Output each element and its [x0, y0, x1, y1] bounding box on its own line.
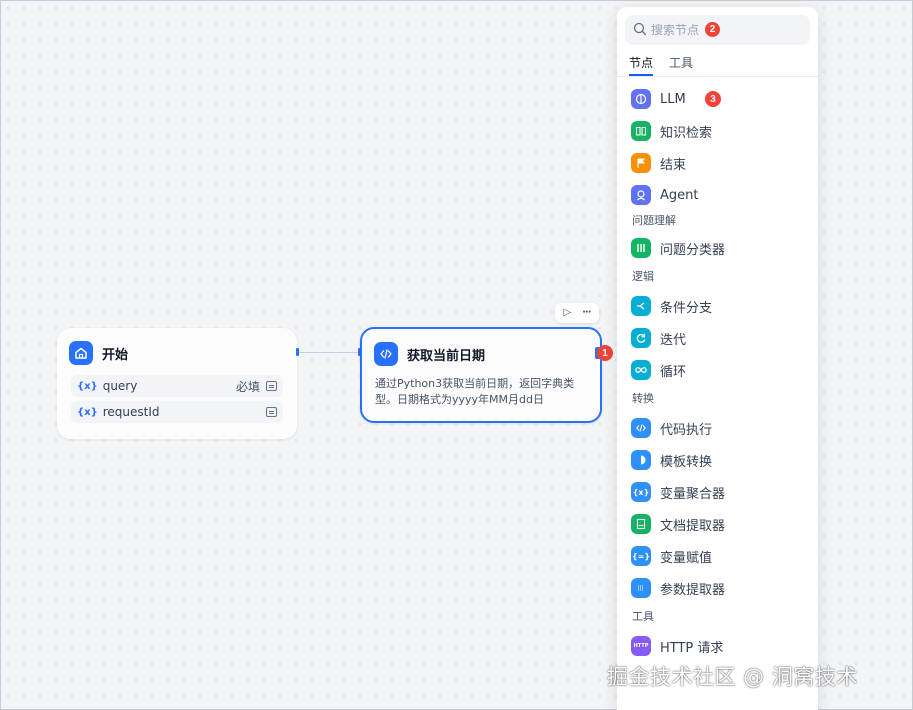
param-extractor-icon — [631, 578, 651, 598]
play-icon[interactable]: ▷ — [563, 308, 571, 318]
variable-icon: {x} — [77, 406, 98, 418]
node-item-knowledge-retrieval[interactable]: 知识检索 — [617, 115, 818, 147]
item-label: 迭代 — [660, 332, 687, 348]
node-item-end[interactable]: 结束 — [617, 147, 818, 179]
node-item-http-request[interactable]: HTTP HTTP 请求 — [617, 630, 818, 662]
node-item-doc-extractor[interactable]: 文档提取器 — [617, 508, 818, 540]
iteration-icon — [631, 328, 651, 348]
start-variable-requestid[interactable]: {x} requestId — [71, 401, 283, 423]
agent-icon — [631, 185, 651, 205]
section-title: 工具 — [632, 610, 654, 623]
code-node-input-handle[interactable] — [358, 348, 361, 356]
branch-icon — [631, 296, 651, 316]
doc-extractor-icon — [631, 514, 651, 534]
start-node[interactable]: 开始 {x} query 必填 {x} requestId — [57, 328, 297, 439]
node-item-variable-assigner[interactable]: {=} 变量赋值 — [617, 540, 818, 572]
node-item-agent[interactable]: Agent — [617, 179, 818, 211]
node-item-question-classifier[interactable]: 问题分类器 — [617, 232, 818, 264]
annotation-badge-1: 1 — [597, 345, 613, 361]
code-node-title: 获取当前日期 — [407, 348, 486, 364]
search-box[interactable]: 2 — [625, 15, 810, 45]
item-label: 知识检索 — [660, 125, 713, 141]
item-label: Agent — [660, 187, 699, 203]
code-node-description: 通过Python3获取当前日期，返回字典类型。日期格式为yyyy年MM月dd日 — [375, 377, 575, 406]
item-label: 模板转换 — [660, 454, 713, 470]
annotation-badge-2: 2 — [705, 22, 720, 37]
tab-tools[interactable]: 工具 — [669, 51, 693, 76]
item-label: 变量聚合器 — [660, 486, 726, 502]
text-type-icon — [266, 407, 277, 417]
section-title: 逻辑 — [632, 270, 654, 283]
item-label: 问题分类器 — [660, 242, 726, 258]
start-variable-query[interactable]: {x} query 必填 — [71, 375, 283, 397]
node-item-code[interactable]: 代码执行 — [617, 412, 818, 444]
loop-icon — [631, 360, 651, 380]
knowledge-icon — [631, 121, 651, 141]
start-node-output-handle[interactable] — [296, 348, 299, 356]
item-label: 结束 — [660, 157, 687, 173]
item-label: 文档提取器 — [660, 518, 726, 534]
watermark: 掘金技术社区 @ 洞窝技术 — [607, 665, 858, 689]
code-icon — [374, 342, 398, 366]
section-title: 转换 — [632, 392, 654, 405]
http-icon: HTTP — [631, 636, 651, 656]
item-label: HTTP 请求 — [660, 640, 724, 656]
edge-start-to-code — [298, 352, 360, 353]
llm-icon — [631, 89, 651, 109]
item-label: 循环 — [660, 364, 687, 380]
node-item-iteration[interactable]: 迭代 — [617, 322, 818, 354]
node-item-variable-aggregator[interactable]: {x} 变量聚合器 — [617, 476, 818, 508]
start-node-title: 开始 — [102, 347, 129, 363]
variable-name: requestId — [102, 405, 160, 419]
template-icon — [631, 450, 651, 470]
item-label: 参数提取器 — [660, 582, 726, 598]
classifier-icon — [631, 238, 651, 258]
item-label: 代码执行 — [660, 422, 713, 438]
item-label: 条件分支 — [660, 300, 713, 316]
variable-name: query — [102, 379, 138, 393]
node-item-if-else[interactable]: 条件分支 — [617, 290, 818, 322]
item-label: 变量赋值 — [660, 550, 713, 566]
node-list: LLM 3 知识检索 结束 Agent 问题理解 问题分类器 逻辑 条件分支 迭… — [617, 77, 818, 662]
search-icon — [633, 21, 647, 40]
aggregator-icon: {x} — [631, 482, 651, 502]
code-icon — [631, 418, 651, 438]
section-title: 问题理解 — [632, 214, 676, 227]
more-icon[interactable]: ··· — [582, 308, 591, 318]
annotation-badge-3: 3 — [705, 91, 721, 107]
tab-nodes[interactable]: 节点 — [629, 51, 654, 76]
node-item-llm[interactable]: LLM 3 — [617, 83, 818, 115]
home-icon — [69, 341, 93, 365]
required-label: 必填 — [235, 379, 260, 394]
node-toolbar: ▷ ··· — [555, 303, 599, 323]
assign-icon: {=} — [631, 546, 651, 566]
panel-tabs: 节点 工具 — [617, 51, 818, 77]
node-item-parameter-extractor[interactable]: 参数提取器 — [617, 572, 818, 604]
code-node[interactable]: 获取当前日期 通过Python3获取当前日期，返回字典类型。日期格式为yyyy年… — [360, 327, 602, 423]
node-item-template[interactable]: 模板转换 — [617, 444, 818, 476]
node-picker-panel: 2 节点 工具 LLM 3 知识检索 结束 — [617, 7, 818, 710]
node-item-loop[interactable]: 循环 — [617, 354, 818, 386]
end-icon — [631, 153, 651, 173]
variable-icon: {x} — [77, 380, 98, 392]
item-label: LLM — [660, 91, 686, 107]
search-input[interactable] — [651, 23, 791, 37]
text-type-icon — [266, 381, 277, 391]
